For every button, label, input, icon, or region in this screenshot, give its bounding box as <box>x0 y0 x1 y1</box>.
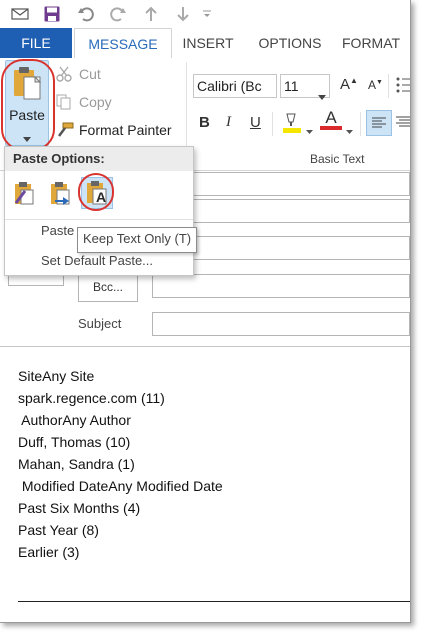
body-rule <box>18 601 410 602</box>
customize-dropdown-icon[interactable] <box>200 4 214 24</box>
paste-options-menu: Paste Options: A Paste Set Default Paste… <box>4 146 194 276</box>
body-line: Mahan, Sandra (1) <box>18 456 135 472</box>
font-color-button[interactable]: A <box>320 108 342 130</box>
email-icon <box>10 4 30 24</box>
format-painter-button[interactable]: Format Painter <box>79 122 172 138</box>
redo-icon[interactable] <box>108 4 128 24</box>
basic-text-group-label: Basic Text <box>310 152 365 166</box>
paste-options-header: Paste Options: <box>5 147 193 171</box>
italic-button[interactable]: I <box>226 114 231 131</box>
group-divider <box>388 74 389 98</box>
font-name-box[interactable]: Calibri (Bc <box>193 74 277 98</box>
grow-font-button[interactable]: A▲ <box>340 76 358 93</box>
chevron-down-icon[interactable] <box>306 122 313 137</box>
grow-font-letter: A <box>340 76 351 93</box>
bold-button[interactable]: B <box>199 114 210 131</box>
keep-text-only-tooltip: Keep Text Only (T) <box>77 227 198 253</box>
subject-label: Subject <box>78 316 122 331</box>
subject-field[interactable] <box>152 312 410 336</box>
underline-button[interactable]: U <box>250 114 261 131</box>
bullets-icon[interactable] <box>396 76 410 97</box>
menu-divider <box>5 219 193 220</box>
chevron-down-icon <box>318 84 326 106</box>
message-body[interactable]: SiteAny Site spark.regence.com (11) Auth… <box>0 346 410 622</box>
up-arrow-icon[interactable] <box>141 4 161 24</box>
shrink-font-letter: A <box>368 78 377 92</box>
body-line: spark.regence.com (11) <box>18 390 165 406</box>
keep-source-formatting-icon[interactable] <box>11 179 39 207</box>
tab-file[interactable]: FILE <box>0 28 72 58</box>
align-center-icon[interactable] <box>396 110 410 137</box>
highlight-circle-paste <box>1 59 55 151</box>
body-line: SiteAny Site <box>18 368 95 384</box>
font-size-value: 11 <box>284 78 299 94</box>
chevron-down-icon[interactable] <box>346 122 353 137</box>
tab-format[interactable]: FORMAT <box>342 28 410 58</box>
down-arrow-icon[interactable] <box>173 4 193 24</box>
body-line: AuthorAny Author <box>18 412 131 428</box>
ribbon-tab-bar: FILE MESSAGE INSERT OPTIONS FORMAT <box>0 28 410 59</box>
bcc-button[interactable]: Bcc... <box>78 272 138 302</box>
bcc-field[interactable] <box>152 274 410 298</box>
undo-icon[interactable] <box>76 4 96 24</box>
paste-special-item[interactable]: Paste <box>41 223 74 238</box>
tab-insert[interactable]: INSERT <box>176 28 240 58</box>
font-color-letter: A <box>325 108 337 127</box>
group-divider <box>360 112 361 136</box>
set-default-paste-item[interactable]: Set Default Paste... <box>41 253 153 268</box>
cut-button[interactable]: Cut <box>79 66 101 82</box>
highlight-circle-keep-text <box>78 173 114 211</box>
quick-access-toolbar <box>0 0 410 28</box>
tab-options[interactable]: OPTIONS <box>252 28 328 58</box>
copy-button[interactable]: Copy <box>79 94 112 110</box>
copy-icon <box>56 94 72 113</box>
body-line: Past Six Months (4) <box>18 500 141 516</box>
align-left-button[interactable] <box>366 110 392 136</box>
cut-icon <box>56 66 72 85</box>
body-line: Duff, Thomas (10) <box>18 434 131 450</box>
outlook-message-window: FILE MESSAGE INSERT OPTIONS FORMAT Paste <box>0 0 411 623</box>
body-line: Modified DateAny Modified Date <box>18 478 223 494</box>
body-line: Past Year (8) <box>18 522 99 538</box>
tab-message[interactable]: MESSAGE <box>74 28 172 59</box>
group-divider <box>272 112 273 136</box>
shrink-font-button[interactable]: A▼ <box>368 78 383 92</box>
save-icon[interactable] <box>42 4 62 24</box>
format-painter-icon <box>56 122 74 141</box>
highlight-icon[interactable] <box>281 110 303 137</box>
body-line: Earlier (3) <box>18 544 80 560</box>
font-size-box[interactable]: 11 <box>280 74 330 100</box>
merge-formatting-icon[interactable] <box>47 179 75 207</box>
